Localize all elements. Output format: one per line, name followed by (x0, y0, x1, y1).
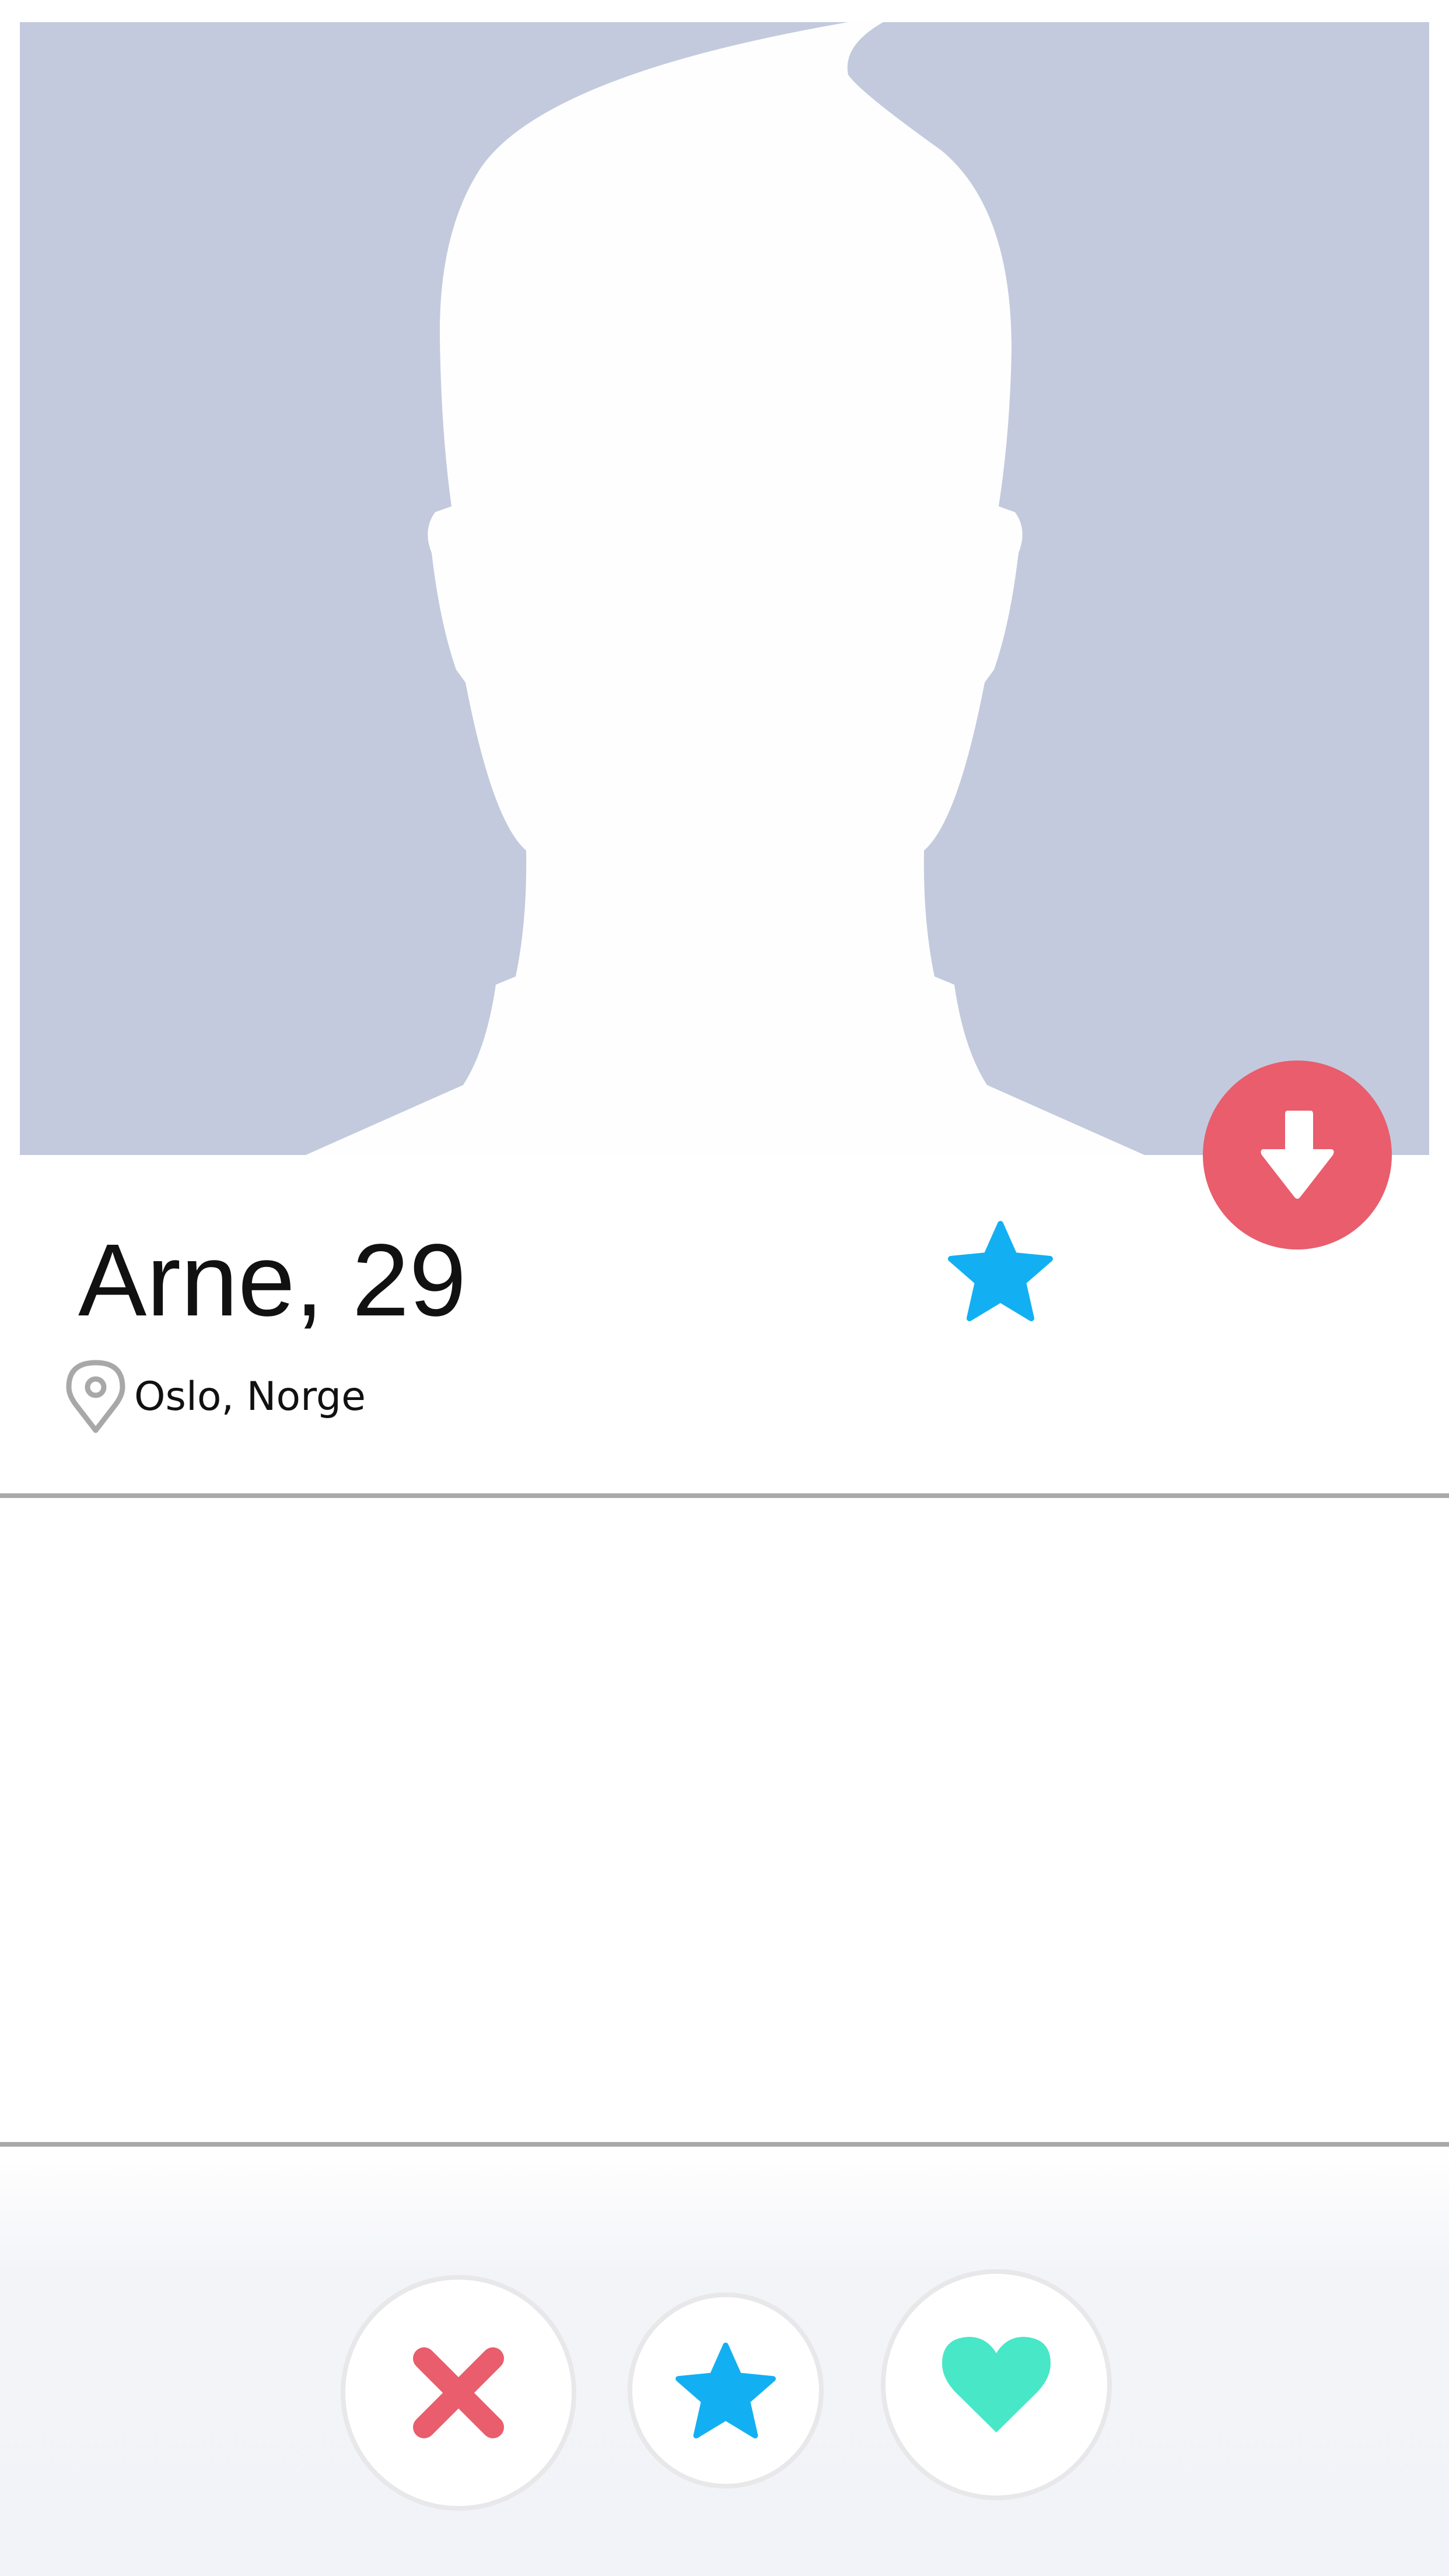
profile-location: Oslo, Norge (65, 1359, 366, 1435)
star-icon (948, 1221, 1053, 1321)
divider (0, 2142, 1449, 2147)
avatar-silhouette (306, 22, 1144, 1155)
dislike-button[interactable] (341, 2275, 576, 2511)
expand-profile-button[interactable] (1203, 1060, 1392, 1250)
location-text: Oslo, Norge (134, 1374, 366, 1420)
star-icon (676, 2342, 776, 2439)
divider (0, 1493, 1449, 1498)
close-icon (413, 2347, 504, 2438)
profile-name-age: Arne, 29 (78, 1223, 467, 1338)
like-button[interactable] (881, 2269, 1112, 2500)
super-like-button[interactable] (628, 2292, 824, 2488)
profile-photo[interactable] (20, 22, 1429, 1155)
heart-icon (942, 2337, 1051, 2432)
map-pin-icon (66, 1360, 125, 1433)
arrow-down-icon (1261, 1111, 1334, 1199)
profile-super-like-indicator (946, 1219, 1055, 1323)
